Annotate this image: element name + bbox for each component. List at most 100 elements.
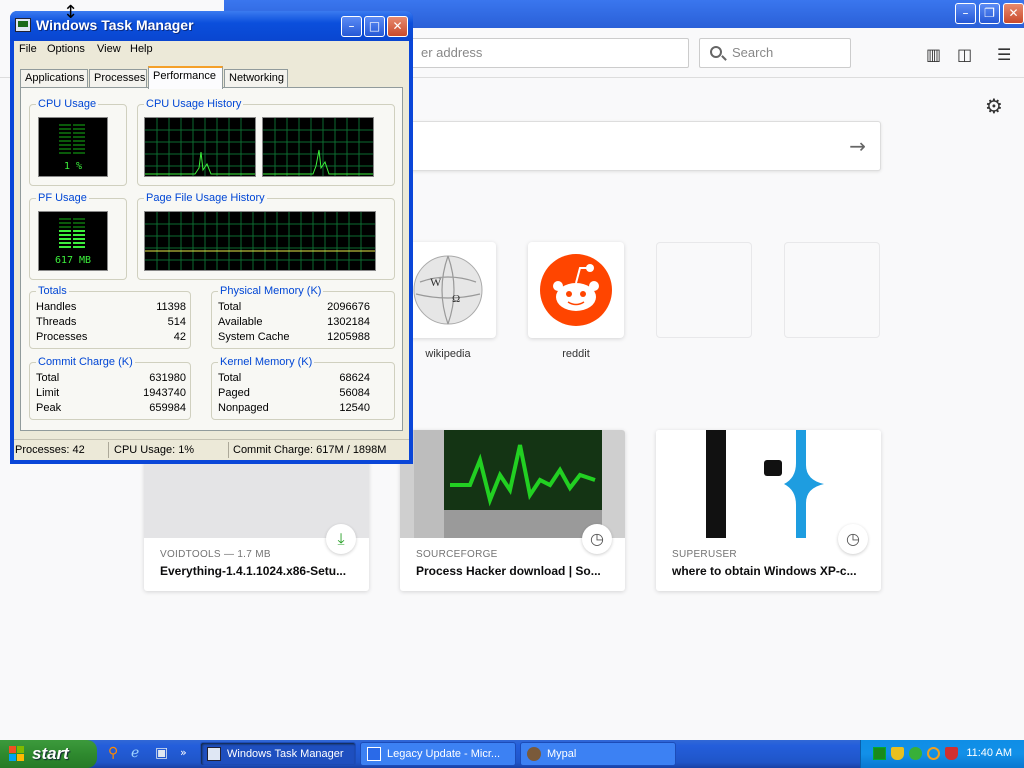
security-alert-icon[interactable] bbox=[945, 747, 958, 760]
internet-explorer-icon[interactable]: ℯ bbox=[131, 745, 139, 761]
show-desktop-icon[interactable]: ▣ bbox=[155, 745, 168, 761]
totals-value: 42 bbox=[173, 331, 186, 343]
kernel-memory-label: Paged bbox=[218, 387, 250, 399]
url-bar[interactable]: er address bbox=[390, 38, 689, 68]
tab-applications[interactable]: Applications bbox=[20, 69, 88, 88]
commit-charge-value: 631980 bbox=[149, 372, 186, 384]
cpu-history-plot bbox=[145, 118, 255, 176]
taskbar: start ⚲ ℯ ▣ » Windows Task Manager Legac… bbox=[0, 740, 1024, 768]
menu-bar: File Options View Help bbox=[14, 41, 409, 59]
physical-memory-value: 1205988 bbox=[327, 331, 370, 343]
start-label: start bbox=[32, 744, 69, 763]
top-site-label: wikipedia bbox=[425, 348, 471, 360]
menu-file[interactable]: File bbox=[19, 43, 37, 55]
maximize-button[interactable]: □ bbox=[364, 16, 385, 37]
search-tray-icon[interactable] bbox=[927, 747, 940, 760]
top-site-wikipedia[interactable]: W Ω bbox=[400, 242, 496, 338]
card-thumbnail bbox=[400, 430, 625, 538]
clock-icon: ◷ bbox=[838, 524, 868, 554]
card-title: where to obtain Windows XP-c... bbox=[672, 564, 857, 578]
task-manager-body: File Options View Help Applications Proc… bbox=[14, 41, 409, 460]
pf-history-group: Page File Usage History bbox=[137, 192, 395, 280]
card-title: Process Hacker download | So... bbox=[416, 564, 601, 578]
physical-memory-label: Available bbox=[218, 316, 263, 328]
task-manager-tray-icon[interactable] bbox=[873, 747, 886, 760]
task-manager-icon bbox=[207, 747, 221, 761]
highlight-card-process-hacker[interactable]: ◷ SOURCEFORGE Process Hacker download | … bbox=[400, 430, 625, 591]
hamburger-menu-icon[interactable]: ☰ bbox=[997, 45, 1011, 64]
quicklaunch-more-icon[interactable]: » bbox=[180, 746, 187, 759]
task-mypal[interactable]: Mypal bbox=[520, 742, 676, 766]
kernel-memory-value: 56084 bbox=[339, 387, 370, 399]
totals-group: Totals Handles 11398 Threads 514 Process… bbox=[29, 285, 191, 349]
svg-text:Ω: Ω bbox=[452, 293, 460, 305]
cpu-usage-value: 1 % bbox=[63, 161, 83, 172]
search-input[interactable]: Search bbox=[699, 38, 851, 68]
tab-networking[interactable]: Networking bbox=[224, 69, 288, 88]
physical-memory-value: 2096676 bbox=[327, 301, 370, 313]
group-title: CPU Usage bbox=[36, 98, 99, 110]
task-manager-window[interactable]: Windows Task Manager – □ ✕ File Options … bbox=[10, 11, 413, 464]
group-title: Kernel Memory (K) bbox=[218, 356, 315, 368]
menu-view[interactable]: View bbox=[97, 43, 121, 55]
cpu-usage-group: CPU Usage 1 % bbox=[29, 98, 127, 186]
tab-performance[interactable]: Performance bbox=[148, 66, 223, 89]
browser-close-button[interactable]: ✕ bbox=[1003, 3, 1024, 24]
group-title: Physical Memory (K) bbox=[218, 285, 324, 297]
task-legacy-update[interactable]: Legacy Update - Micr... bbox=[360, 742, 516, 766]
tab-processes[interactable]: Processes bbox=[89, 69, 147, 88]
shield-icon[interactable] bbox=[891, 747, 904, 760]
task-windows-task-manager[interactable]: Windows Task Manager bbox=[200, 742, 356, 766]
library-icon[interactable]: ▥ bbox=[926, 45, 941, 64]
svg-text:W: W bbox=[430, 275, 442, 289]
sidebar-icon[interactable]: ◫ bbox=[957, 45, 972, 64]
group-title: CPU Usage History bbox=[144, 98, 244, 110]
commit-charge-label: Total bbox=[36, 372, 60, 384]
physical-memory-value: 1302184 bbox=[327, 316, 370, 328]
browser-icon bbox=[367, 747, 381, 761]
search-icon[interactable]: ⚲ bbox=[108, 745, 118, 761]
cpu-usage-meter: 1 % bbox=[38, 117, 108, 177]
commit-charge-value: 659984 bbox=[149, 402, 186, 414]
start-button[interactable]: start bbox=[0, 740, 97, 768]
top-site-reddit[interactable] bbox=[528, 242, 624, 338]
highlight-card-superuser[interactable]: ◷ SUPERUSER where to obtain Windows XP-c… bbox=[656, 430, 881, 591]
status-divider bbox=[108, 442, 109, 458]
physical-memory-label: Total bbox=[218, 301, 242, 313]
download-icon: ⤓ bbox=[326, 524, 356, 554]
kernel-memory-value: 12540 bbox=[339, 402, 370, 414]
top-site-empty[interactable] bbox=[784, 242, 880, 338]
arrow-right-icon[interactable]: → bbox=[849, 134, 866, 158]
cpu-history-graph-core-2 bbox=[262, 117, 374, 177]
window-title: Windows Task Manager bbox=[36, 17, 194, 33]
totals-label: Handles bbox=[36, 301, 77, 313]
network-icon[interactable] bbox=[909, 747, 922, 760]
cpu-history-graph-core-1 bbox=[144, 117, 256, 177]
browser-restore-button[interactable]: ❐ bbox=[979, 3, 1000, 24]
status-cpu: CPU Usage: 1% bbox=[114, 444, 195, 456]
totals-label: Threads bbox=[36, 316, 77, 328]
reddit-icon bbox=[540, 254, 612, 326]
totals-label: Processes bbox=[36, 331, 88, 343]
mypal-icon bbox=[527, 747, 541, 761]
minimize-button[interactable]: – bbox=[341, 16, 362, 37]
menu-options[interactable]: Options bbox=[47, 43, 85, 55]
kernel-memory-value: 68624 bbox=[339, 372, 370, 384]
windows-flag-icon bbox=[9, 746, 24, 761]
page-search-box[interactable]: → bbox=[400, 121, 881, 171]
browser-minimize-button[interactable]: – bbox=[955, 3, 976, 24]
status-processes: Processes: 42 bbox=[15, 444, 85, 456]
group-title: PF Usage bbox=[36, 192, 89, 204]
cpu-history-plot bbox=[263, 118, 373, 176]
commit-charge-label: Limit bbox=[36, 387, 60, 399]
close-button[interactable]: ✕ bbox=[387, 16, 408, 37]
wikipedia-globe-icon: W Ω bbox=[413, 255, 483, 325]
card-thumbnail bbox=[656, 430, 881, 538]
top-site-empty[interactable] bbox=[656, 242, 752, 338]
pf-usage-meter: 617 MB bbox=[38, 211, 108, 271]
card-source: SUPERUSER bbox=[672, 549, 737, 560]
menu-help[interactable]: Help bbox=[130, 43, 153, 55]
gear-icon[interactable]: ⚙ bbox=[985, 94, 1003, 118]
kernel-memory-label: Nonpaged bbox=[218, 402, 269, 414]
group-title: Totals bbox=[36, 285, 69, 297]
